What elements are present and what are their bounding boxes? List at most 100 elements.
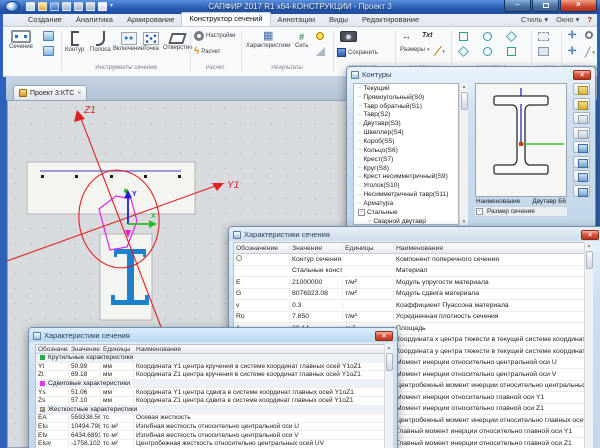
geometry-sphere-button[interactable] bbox=[483, 32, 492, 41]
menu-tab[interactable]: Создание bbox=[21, 14, 69, 26]
collab-move-button[interactable]: ✛ bbox=[568, 31, 576, 41]
scroll-up-icon[interactable]: ▲ bbox=[462, 83, 466, 90]
geometry-cone-button[interactable] bbox=[459, 47, 468, 56]
duplicate-contour-button[interactable] bbox=[573, 127, 590, 139]
contour-tree-item[interactable]: –Крест(S7) bbox=[354, 155, 458, 164]
table-row[interactable]: E21000000т/м²Модуль упругости материала bbox=[234, 277, 592, 289]
back-window-titlebar[interactable]: Характеристики сечения × bbox=[229, 227, 600, 241]
table-row[interactable]: EIuv-1758.102071тс·м²Центробежная жестко… bbox=[36, 440, 392, 448]
scroll-thumb[interactable] bbox=[586, 251, 593, 269]
slab-outline[interactable] bbox=[27, 162, 195, 214]
table-row[interactable]: Ys51.06ммКоордината Y1 центра сдвига в с… bbox=[36, 388, 392, 397]
contour-tree-item[interactable]: –Тавр обратный(S1) bbox=[354, 102, 458, 111]
table-row[interactable]: Контур сеченияКомпонент поперечного сече… bbox=[234, 254, 592, 266]
light-button[interactable] bbox=[316, 32, 324, 40]
contour-tree-item[interactable]: –Текущий bbox=[354, 84, 458, 93]
document-tab[interactable]: Проект 3:КТС × bbox=[13, 85, 87, 100]
group-row[interactable]: Жесткостные характеристики bbox=[36, 406, 392, 415]
contour-tree-item[interactable]: –Сварной двутавр bbox=[354, 217, 458, 225]
group-row[interactable]: Крутильные характеристики bbox=[36, 354, 392, 363]
fit-vertical-button[interactable] bbox=[573, 185, 590, 197]
close-button[interactable]: × bbox=[560, 0, 597, 12]
menu-right-item[interactable]: Окно ▾ bbox=[556, 15, 579, 24]
scroll-thumb[interactable] bbox=[386, 353, 393, 371]
snapshot-button[interactable] bbox=[340, 31, 357, 42]
contour-tree-item[interactable]: –Несимметричный тавр(S11) bbox=[354, 190, 458, 199]
column-header[interactable]: Наименование bbox=[134, 345, 392, 353]
table-row[interactable]: Yt50.99ммКоордината Y1 центра кручения в… bbox=[36, 363, 392, 372]
scroll-up-icon[interactable]: ▲ bbox=[587, 242, 591, 249]
column-header[interactable]: Единицы bbox=[101, 345, 134, 353]
contour-tree-item[interactable]: -Стальные bbox=[354, 208, 458, 217]
inclusion-button[interactable]: Включение bbox=[113, 32, 144, 52]
point-button[interactable]: Точка bbox=[143, 32, 159, 52]
contour-tree-item[interactable]: –Кольцо(S6) bbox=[354, 146, 458, 155]
scroll-thumb[interactable] bbox=[461, 92, 468, 110]
table-row[interactable]: v0.3Коэффициент Пуассона материала bbox=[234, 300, 592, 312]
dimensions-button[interactable]: Размеры ▾ bbox=[400, 47, 429, 53]
section-button[interactable]: Сечение bbox=[9, 30, 33, 50]
mesh-button[interactable]: # Сеть bbox=[295, 32, 308, 49]
contours-window-titlebar[interactable]: Контуры × bbox=[347, 67, 595, 81]
contour-tree-item[interactable]: –Крест несимметричный(S9) bbox=[354, 172, 458, 181]
section-name-row[interactable]: Наименование Двутавр Б6 bbox=[475, 197, 567, 207]
copy-contour-button[interactable] bbox=[573, 98, 590, 110]
group-row[interactable]: Сдвиговые характеристики bbox=[36, 380, 392, 389]
column-header[interactable]: Значение bbox=[69, 345, 101, 353]
contour-button[interactable]: Контур bbox=[65, 31, 84, 53]
save-section-button[interactable]: Сохранить bbox=[337, 48, 378, 57]
column-header[interactable]: Обозначение bbox=[234, 243, 290, 253]
geometry-prism-button[interactable] bbox=[507, 32, 516, 41]
front-window-titlebar[interactable]: Характеристики сечения × bbox=[29, 328, 397, 342]
geometry-cylinder-button[interactable] bbox=[483, 47, 492, 56]
dimension-icon-button[interactable]: ↔ bbox=[402, 32, 411, 41]
scroll-up-icon[interactable]: ▲ bbox=[387, 344, 391, 351]
column-header[interactable]: Единицы bbox=[343, 243, 394, 253]
contour-tree-item[interactable]: –Двутавр(S3) bbox=[354, 119, 458, 128]
table-row[interactable]: Zt69.18ммКоордината Z1 центра кручения в… bbox=[36, 371, 392, 380]
back-table-scrollbar[interactable]: ▲ ▼ bbox=[584, 242, 593, 448]
contour-tree-item[interactable]: –Уголок(S10) bbox=[354, 181, 458, 190]
section-extra-button-2[interactable] bbox=[43, 46, 54, 56]
apply-contour-button[interactable] bbox=[573, 141, 590, 153]
characteristics-button[interactable]: ▦ Характеристики bbox=[246, 31, 291, 49]
table-row[interactable]: EA559338.56591тсОсевая жесткость bbox=[36, 414, 392, 423]
table-row[interactable]: EIv6434.689130тс·м²Изгибная жесткость от… bbox=[36, 431, 392, 440]
block-create-button[interactable] bbox=[538, 32, 549, 41]
strip-button[interactable]: Полоса bbox=[90, 31, 111, 53]
scroll-down-icon[interactable]: ▼ bbox=[462, 218, 466, 225]
table-row[interactable]: EIu10494.798302тс·м²Изгибная жесткость о… bbox=[36, 423, 392, 432]
geometry-plane-button[interactable] bbox=[507, 47, 516, 56]
menu-tab[interactable]: Армирование bbox=[120, 14, 181, 26]
table-row[interactable]: Ro7.850т/м³Усредненная плотность сечения bbox=[234, 312, 592, 324]
settings-button[interactable]: Настройки bbox=[194, 31, 235, 41]
table-row[interactable]: Zs57.10ммКоордината Z1 центра сдвига в с… bbox=[36, 397, 392, 406]
contour-tree-item[interactable]: –Короб(S5) bbox=[354, 137, 458, 146]
pencil-button[interactable]: ╱ ▾ bbox=[435, 47, 445, 56]
collapse-icon[interactable]: - bbox=[476, 208, 483, 215]
column-header[interactable]: Наименование bbox=[394, 243, 592, 253]
block-insert-button[interactable] bbox=[538, 47, 549, 56]
fit-horizontal-button[interactable] bbox=[573, 170, 590, 182]
minimize-button[interactable]: – bbox=[504, 0, 531, 12]
contours-close-button[interactable]: × bbox=[573, 70, 591, 80]
add-contour-button[interactable] bbox=[573, 83, 590, 95]
collab-copy-button[interactable]: ✛ bbox=[568, 47, 576, 57]
menu-tab[interactable]: Конструктор сечений bbox=[181, 12, 270, 26]
contour-tree-item[interactable]: –Арматура bbox=[354, 199, 458, 208]
front-table-scrollbar[interactable]: ▲ ▼ bbox=[384, 344, 393, 448]
contour-tree-item[interactable]: –Прямоугольный(S0) bbox=[354, 93, 458, 102]
collab-line-button[interactable]: ╱▾ bbox=[585, 47, 595, 58]
front-close-button[interactable]: × bbox=[375, 331, 393, 341]
menu-right-item[interactable]: ? bbox=[587, 15, 592, 24]
contour-tree-item[interactable]: –Круг(S8) bbox=[354, 164, 458, 173]
menu-tab[interactable]: Аналитика bbox=[69, 14, 120, 26]
contour-tree-item[interactable]: –Тавр(S2) bbox=[354, 111, 458, 120]
column-header[interactable]: Значение bbox=[290, 243, 343, 253]
menu-tab[interactable]: Виды bbox=[322, 14, 355, 26]
section-size-row[interactable]: - Размер сечения bbox=[475, 207, 567, 217]
menu-right-item[interactable]: Стиль ▾ bbox=[521, 15, 548, 24]
table-row[interactable]: Стальные конструкцииМатериал bbox=[234, 266, 592, 278]
paste-contour-button[interactable] bbox=[573, 112, 590, 124]
text-button[interactable]: Txt bbox=[422, 32, 433, 39]
